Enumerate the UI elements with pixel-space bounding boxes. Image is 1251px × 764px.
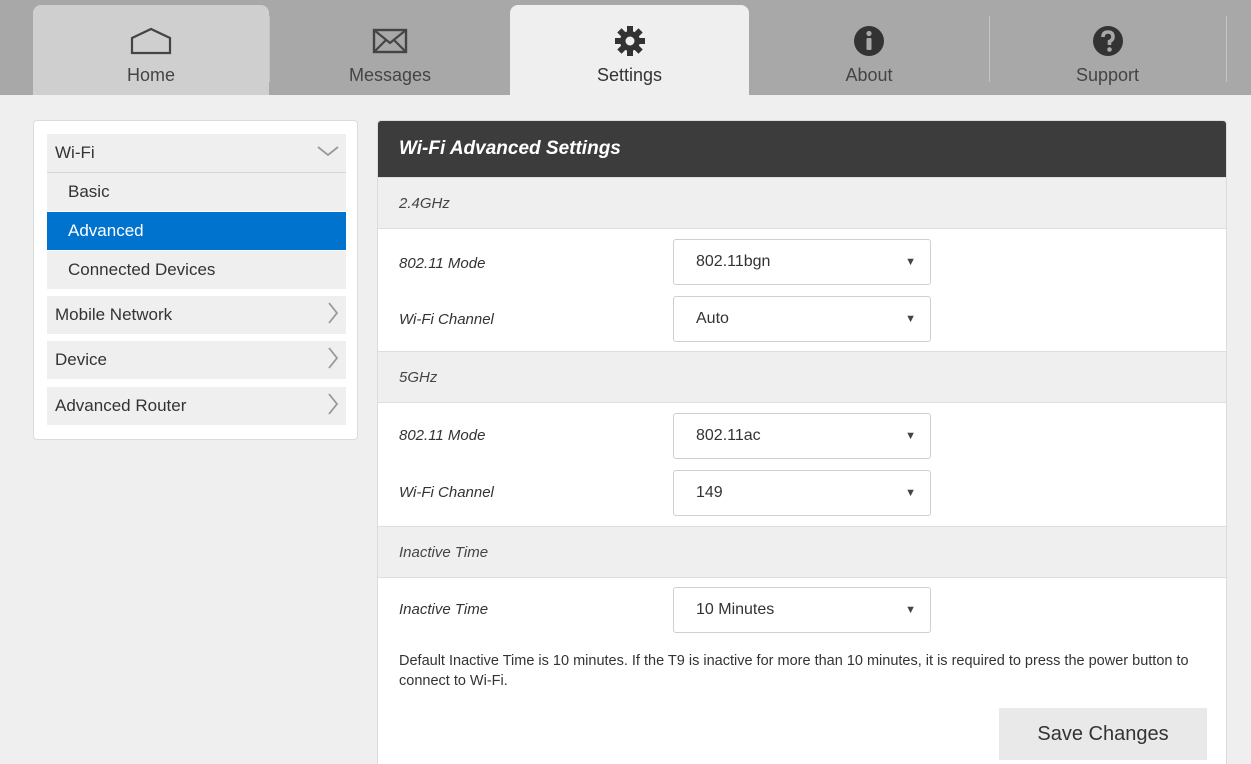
tab-settings-label: Settings bbox=[596, 65, 663, 85]
caret-down-icon: ▼ bbox=[905, 256, 916, 268]
sidebar-group-advanced-router[interactable]: Advanced Router bbox=[47, 387, 346, 425]
caret-down-icon: ▼ bbox=[905, 604, 916, 616]
select-value: 802.11ac bbox=[696, 427, 761, 444]
tab-about-label: About bbox=[845, 65, 893, 85]
inactive-time-select[interactable]: 10 Minutes ▼ bbox=[673, 587, 931, 633]
section-header-2-4ghz: 2.4GHz bbox=[378, 177, 1226, 229]
save-changes-button[interactable]: Save Changes bbox=[999, 708, 1207, 760]
question-icon bbox=[1092, 19, 1124, 63]
mode-label-5ghz: 802.11 Mode bbox=[399, 427, 486, 444]
chevron-down-icon bbox=[316, 143, 340, 163]
inactive-time-note: Default Inactive Time is 10 minutes. If … bbox=[399, 653, 1189, 689]
tab-about[interactable]: About bbox=[749, 5, 989, 95]
tab-home[interactable]: Home bbox=[33, 5, 269, 95]
envelope-icon bbox=[372, 19, 408, 63]
caret-down-icon: ▼ bbox=[905, 487, 916, 499]
channel-label-5ghz: Wi-Fi Channel bbox=[399, 484, 494, 501]
tab-settings[interactable]: Settings bbox=[510, 5, 749, 95]
sidebar-group-label: Mobile Network bbox=[55, 305, 173, 324]
section-header-inactive-time: Inactive Time bbox=[378, 526, 1226, 578]
tab-messages[interactable]: Messages bbox=[270, 5, 510, 95]
tab-messages-label: Messages bbox=[348, 65, 432, 85]
channel-select-2-4ghz[interactable]: Auto ▼ bbox=[673, 296, 931, 342]
sidebar-group-label: Advanced Router bbox=[55, 396, 187, 415]
sidebar-item-connected-devices[interactable]: Connected Devices bbox=[47, 251, 346, 289]
select-value: 149 bbox=[696, 484, 723, 501]
sidebar-group-wifi[interactable]: Wi-Fi bbox=[47, 134, 346, 172]
sidebar-group-device[interactable]: Device bbox=[47, 341, 346, 379]
chevron-right-icon bbox=[326, 301, 340, 330]
info-icon bbox=[853, 19, 885, 63]
chevron-right-icon bbox=[326, 346, 340, 375]
chevron-right-icon bbox=[326, 392, 340, 421]
mode-label-2-4ghz: 802.11 Mode bbox=[399, 255, 486, 272]
inactive-time-label: Inactive Time bbox=[399, 601, 489, 618]
home-icon bbox=[129, 19, 173, 63]
select-value: 10 Minutes bbox=[696, 601, 775, 618]
channel-label-2-4ghz: Wi-Fi Channel bbox=[399, 311, 494, 328]
select-value: Auto bbox=[696, 310, 729, 327]
sidebar-group-label: Device bbox=[55, 350, 107, 369]
select-value: 802.11bgn bbox=[696, 253, 771, 270]
sidebar-item-basic[interactable]: Basic bbox=[47, 173, 346, 211]
sidebar-group-label: Wi-Fi bbox=[55, 143, 95, 162]
section-header-5ghz: 5GHz bbox=[378, 351, 1226, 403]
sidebar-item-advanced[interactable]: Advanced bbox=[47, 212, 346, 250]
tab-home-label: Home bbox=[126, 65, 175, 85]
gear-icon bbox=[614, 19, 646, 63]
sidebar-group-mobile-network[interactable]: Mobile Network bbox=[47, 296, 346, 334]
tab-separator bbox=[1226, 16, 1227, 82]
settings-panel: Wi-Fi Advanced Settings 2.4GHz 802.11 Mo… bbox=[377, 120, 1227, 764]
channel-select-5ghz[interactable]: 149 ▼ bbox=[673, 470, 931, 516]
panel-title: Wi-Fi Advanced Settings bbox=[378, 121, 1226, 177]
caret-down-icon: ▼ bbox=[905, 313, 916, 325]
mode-select-5ghz[interactable]: 802.11ac ▼ bbox=[673, 413, 931, 459]
mode-select-2-4ghz[interactable]: 802.11bgn ▼ bbox=[673, 239, 931, 285]
tab-support[interactable]: Support bbox=[989, 5, 1226, 95]
caret-down-icon: ▼ bbox=[905, 430, 916, 442]
tab-support-label: Support bbox=[1075, 65, 1140, 85]
sidebar: Wi-Fi Basic Advanced Connected Devices M… bbox=[33, 120, 358, 440]
top-nav: Home Messages Settings About Support bbox=[0, 0, 1251, 95]
